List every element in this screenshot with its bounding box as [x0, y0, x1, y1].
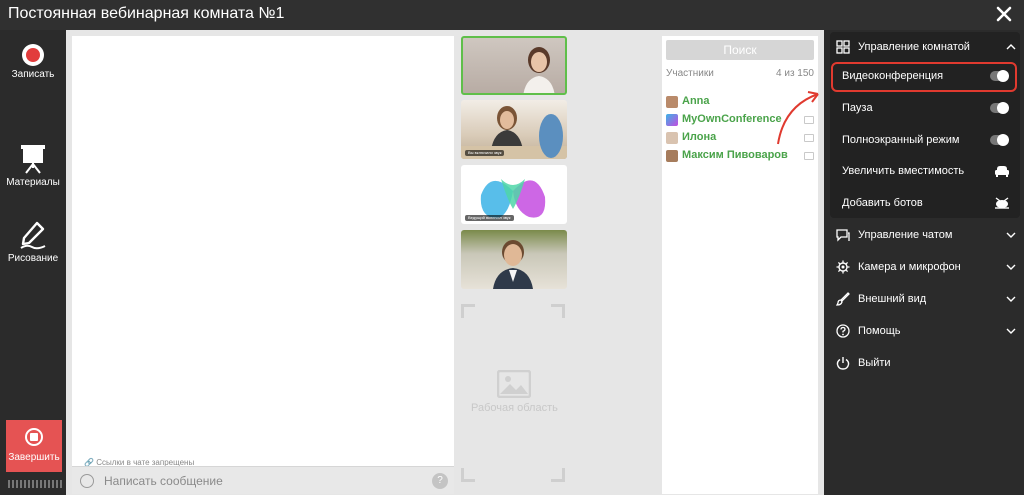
- chat-panel: 🔗 Ссылки в чате запрещены: [72, 36, 454, 494]
- video-tile[interactable]: Ведущий включил звук: [461, 165, 567, 224]
- title-bar: Постоянная вебинарная комната №1: [0, 0, 1024, 30]
- stop-label: Завершить: [8, 452, 60, 463]
- participant-video-icon: [523, 47, 555, 93]
- participants-header: Участники 4 из 150: [666, 68, 814, 79]
- stop-icon: [25, 428, 43, 446]
- chat-message-input[interactable]: [104, 471, 424, 491]
- draw-button[interactable]: Рисование: [0, 220, 66, 264]
- search-button[interactable]: Поиск: [666, 40, 814, 60]
- emoji-icon[interactable]: [80, 474, 94, 488]
- stop-button[interactable]: Завершить: [6, 420, 62, 472]
- participant-video-icon: [493, 240, 533, 289]
- record-icon: [22, 44, 44, 66]
- avatar: [666, 96, 678, 108]
- materials-button[interactable]: Материалы: [0, 144, 66, 188]
- chat-input-bar: ?: [72, 466, 454, 494]
- window-title: Постоянная вебинарная комната №1: [8, 5, 285, 22]
- chevron-up-icon: [1006, 44, 1016, 50]
- grid-icon: [836, 40, 850, 54]
- chevron-down-icon: [1006, 328, 1016, 334]
- help-icon[interactable]: ?: [432, 473, 448, 489]
- section-label: Выйти: [858, 357, 891, 369]
- video-caption: Ведущий включил звук: [465, 215, 514, 221]
- materials-label: Материалы: [6, 177, 60, 188]
- section-label: Управление комнатой: [858, 41, 970, 53]
- right-menu: Управление комнатой Видеоконференция Пау…: [824, 30, 1024, 495]
- participant-name: MyOwnConference: [682, 113, 782, 125]
- screen-share-icon: [804, 152, 814, 160]
- video-tile[interactable]: [461, 230, 567, 289]
- menu-item-label: Добавить ботов: [842, 197, 923, 209]
- gear-icon: [836, 260, 850, 274]
- exit-button[interactable]: Выйти: [834, 354, 1018, 374]
- workspace: 🔗 Ссылки в чате запрещены ? Вы включи: [66, 30, 824, 495]
- video-tile[interactable]: [461, 36, 567, 95]
- pen-icon: [20, 221, 46, 250]
- participants-count: 4 из 150: [776, 68, 814, 79]
- close-icon[interactable]: [994, 4, 1014, 24]
- menu-item-label: Пауза: [842, 102, 873, 114]
- participants-label: Участники: [666, 68, 714, 79]
- avatar: [666, 132, 678, 144]
- chevron-down-icon: [1006, 296, 1016, 302]
- video-tile[interactable]: Вы включили звук: [461, 100, 567, 159]
- section-label: Помощь: [858, 325, 901, 337]
- fullscreen-toggle[interactable]: [990, 134, 1009, 146]
- menu-item-label: Увеличить вместимость: [842, 165, 965, 177]
- avatar: [666, 114, 678, 126]
- participant-name: Илона: [682, 131, 717, 143]
- avatar: [666, 150, 678, 162]
- section-label: Управление чатом: [858, 229, 953, 241]
- image-placeholder-icon: [497, 370, 531, 398]
- video-caption: Вы включили звук: [465, 150, 505, 156]
- left-toolbar: Записать Материалы Рисование Завершить: [0, 30, 66, 495]
- participant-item[interactable]: Максим Пивоваров: [666, 149, 816, 165]
- chat-icon: [836, 229, 850, 242]
- draw-label: Рисование: [7, 253, 59, 264]
- presentation-board-icon: [21, 145, 45, 174]
- menu-item-increase-capacity[interactable]: Увеличить вместимость: [838, 159, 1018, 183]
- appearance-section[interactable]: Внешний вид: [834, 290, 1018, 310]
- bot-icon: [995, 197, 1009, 209]
- chat-control-section[interactable]: Управление чатом: [834, 226, 1018, 246]
- question-icon: [836, 324, 850, 338]
- participant-name: Anna: [682, 95, 710, 107]
- sofa-icon: [995, 166, 1009, 177]
- record-label: Записать: [11, 69, 55, 80]
- brush-icon: [836, 292, 850, 306]
- camera-mic-section[interactable]: Камера и микрофон: [834, 258, 1018, 278]
- menu-item-pause[interactable]: Пауза: [838, 96, 1018, 120]
- audio-level-meter: [8, 480, 62, 488]
- help-section[interactable]: Помощь: [834, 322, 1018, 342]
- power-icon: [836, 357, 850, 370]
- annotation-arrow-icon: [777, 91, 819, 145]
- work-area-label: Рабочая область: [471, 402, 558, 414]
- menu-item-add-bots[interactable]: Добавить ботов: [838, 191, 1018, 215]
- room-control-section[interactable]: Управление комнатой: [834, 38, 1018, 58]
- participant-name: Максим Пивоваров: [682, 149, 788, 161]
- empty-video-slot: Рабочая область: [461, 304, 565, 482]
- chevron-down-icon: [1006, 264, 1016, 270]
- section-label: Внешний вид: [858, 293, 927, 305]
- menu-item-label: Полноэкранный режим: [842, 134, 960, 146]
- video-column: Вы включили звук Ведущий включил звук Ра…: [458, 36, 568, 494]
- highlight-frame: [831, 62, 1017, 92]
- pause-toggle[interactable]: [990, 102, 1009, 114]
- section-label: Камера и микрофон: [858, 261, 961, 273]
- chevron-down-icon: [1006, 232, 1016, 238]
- menu-item-fullscreen[interactable]: Полноэкранный режим: [838, 128, 1018, 152]
- record-button[interactable]: Записать: [0, 44, 66, 80]
